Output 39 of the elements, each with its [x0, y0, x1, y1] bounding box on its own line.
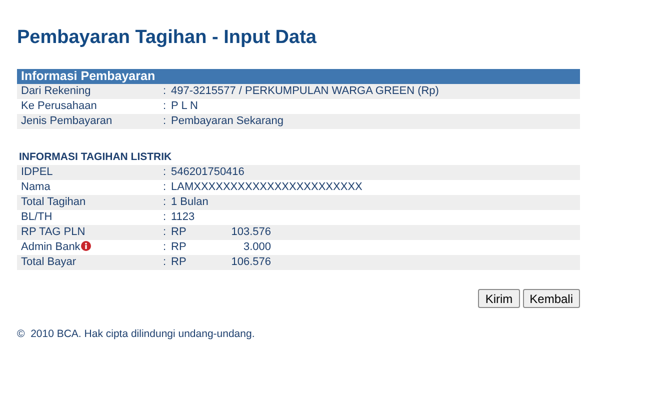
section-title: INFORMASI TAGIHAN LISTRIK — [19, 151, 173, 164]
page-title: Pembayaran Tagihan - Input Data — [17, 26, 318, 50]
field-label: Nama — [21, 180, 50, 195]
field-value: P L N — [171, 99, 198, 114]
separator: : — [163, 210, 168, 225]
field-label: Total Bayar — [21, 255, 76, 270]
field-value: 497-3215577 / PERKUMPULAN WARGA GREEN (Rp) — [171, 84, 439, 99]
field-label: Jenis Pembayaran — [21, 114, 112, 129]
currency: RP — [171, 225, 188, 240]
field-label: Admin Bank — [21, 240, 80, 255]
section-header: Informasi Pembayaran — [17, 69, 580, 84]
field-label: IDPEL — [21, 165, 53, 180]
currency: RP — [171, 240, 188, 255]
field-value: 1123 — [171, 210, 195, 225]
field-value: LAMXXXXXXXXXXXXXXXXXXXXXXX — [171, 180, 362, 195]
separator: : — [163, 240, 168, 255]
separator: : — [163, 99, 168, 114]
field-label: BL/TH — [21, 210, 52, 225]
field-label: Ke Perusahaan — [21, 99, 97, 114]
field-value: 546201750416 — [171, 165, 244, 180]
amount: 106.576 — [230, 255, 271, 270]
field-value: Pembayaran Sekarang — [171, 114, 284, 129]
field-label: RP TAG PLN — [21, 225, 86, 240]
back-button[interactable]: Kembali — [522, 289, 580, 308]
submit-button[interactable]: Kirim — [478, 289, 520, 308]
separator: : — [163, 225, 168, 240]
field-label: Total Tagihan — [21, 195, 86, 210]
field-value: 1 Bulan — [171, 195, 208, 210]
separator: : — [163, 84, 168, 99]
separator: : — [163, 180, 168, 195]
copyright-text: © 2010 BCA. Hak cipta dilindungi undang-undang. — [17, 328, 256, 340]
amount: 103.576 — [230, 225, 271, 240]
separator: : — [163, 255, 168, 270]
amount: 3.000 — [242, 240, 271, 255]
field-label: Dari Rekening — [21, 84, 91, 99]
separator: : — [163, 114, 168, 129]
separator: : — [163, 195, 168, 210]
separator: : — [163, 165, 168, 180]
currency: RP — [171, 255, 188, 270]
